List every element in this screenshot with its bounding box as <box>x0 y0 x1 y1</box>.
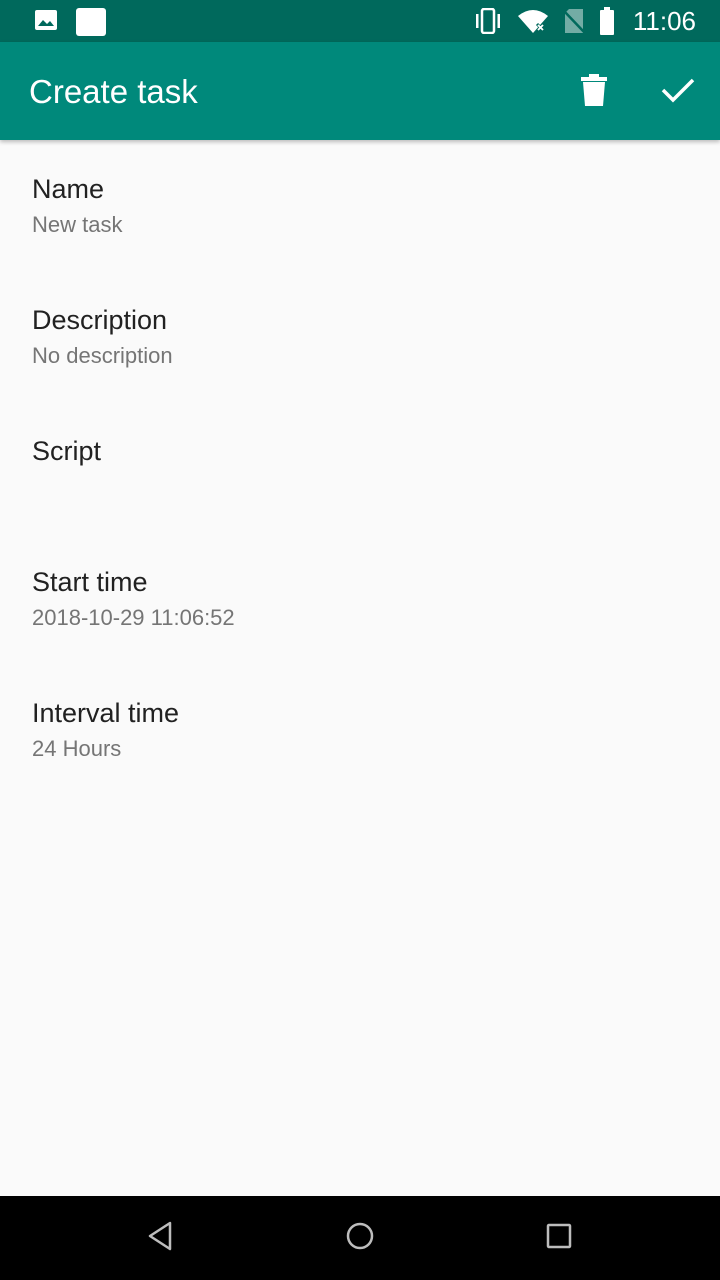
app-bar: Create task <box>0 42 720 140</box>
pref-item-name[interactable]: Name New task <box>0 140 720 271</box>
pref-summary: 2018-10-29 11:06:52 <box>32 605 235 630</box>
pref-title: Name <box>32 174 105 204</box>
pref-title: Script <box>32 436 102 466</box>
square-notification-icon <box>76 8 106 36</box>
delete-icon <box>581 73 607 111</box>
pref-item-interval-time[interactable]: Interval time 24 Hours <box>0 664 720 795</box>
status-bar: 11:06 <box>0 0 720 42</box>
pref-summary: New task <box>32 212 123 237</box>
pref-item-start-time[interactable]: Start time 2018-10-29 11:06:52 <box>0 533 720 664</box>
wifi-off-icon <box>517 8 549 34</box>
vibrate-icon <box>473 8 503 34</box>
pref-item-script[interactable]: Script <box>0 402 720 533</box>
home-button[interactable] <box>338 1216 382 1260</box>
status-clock: 11:06 <box>632 6 696 36</box>
navigation-bar <box>0 1196 720 1280</box>
home-icon <box>345 1221 375 1256</box>
battery-icon <box>599 7 615 35</box>
save-button[interactable] <box>652 66 704 118</box>
back-button[interactable] <box>138 1216 182 1260</box>
image-icon <box>34 8 58 36</box>
pref-title: Description <box>32 305 168 335</box>
pref-summary: 24 Hours <box>32 736 122 761</box>
recents-button[interactable] <box>537 1216 581 1260</box>
recents-icon <box>546 1223 572 1254</box>
pref-title: Start time <box>32 567 148 597</box>
back-icon <box>146 1221 174 1256</box>
pref-summary: No description <box>32 343 173 368</box>
page-title: Create task <box>29 73 198 110</box>
delete-button[interactable] <box>568 66 620 118</box>
preference-list: Name New task Description No description… <box>0 140 720 795</box>
pref-title: Interval time <box>32 698 180 728</box>
check-icon <box>661 77 695 108</box>
no-sim-icon <box>562 8 585 34</box>
pref-item-description[interactable]: Description No description <box>0 271 720 402</box>
